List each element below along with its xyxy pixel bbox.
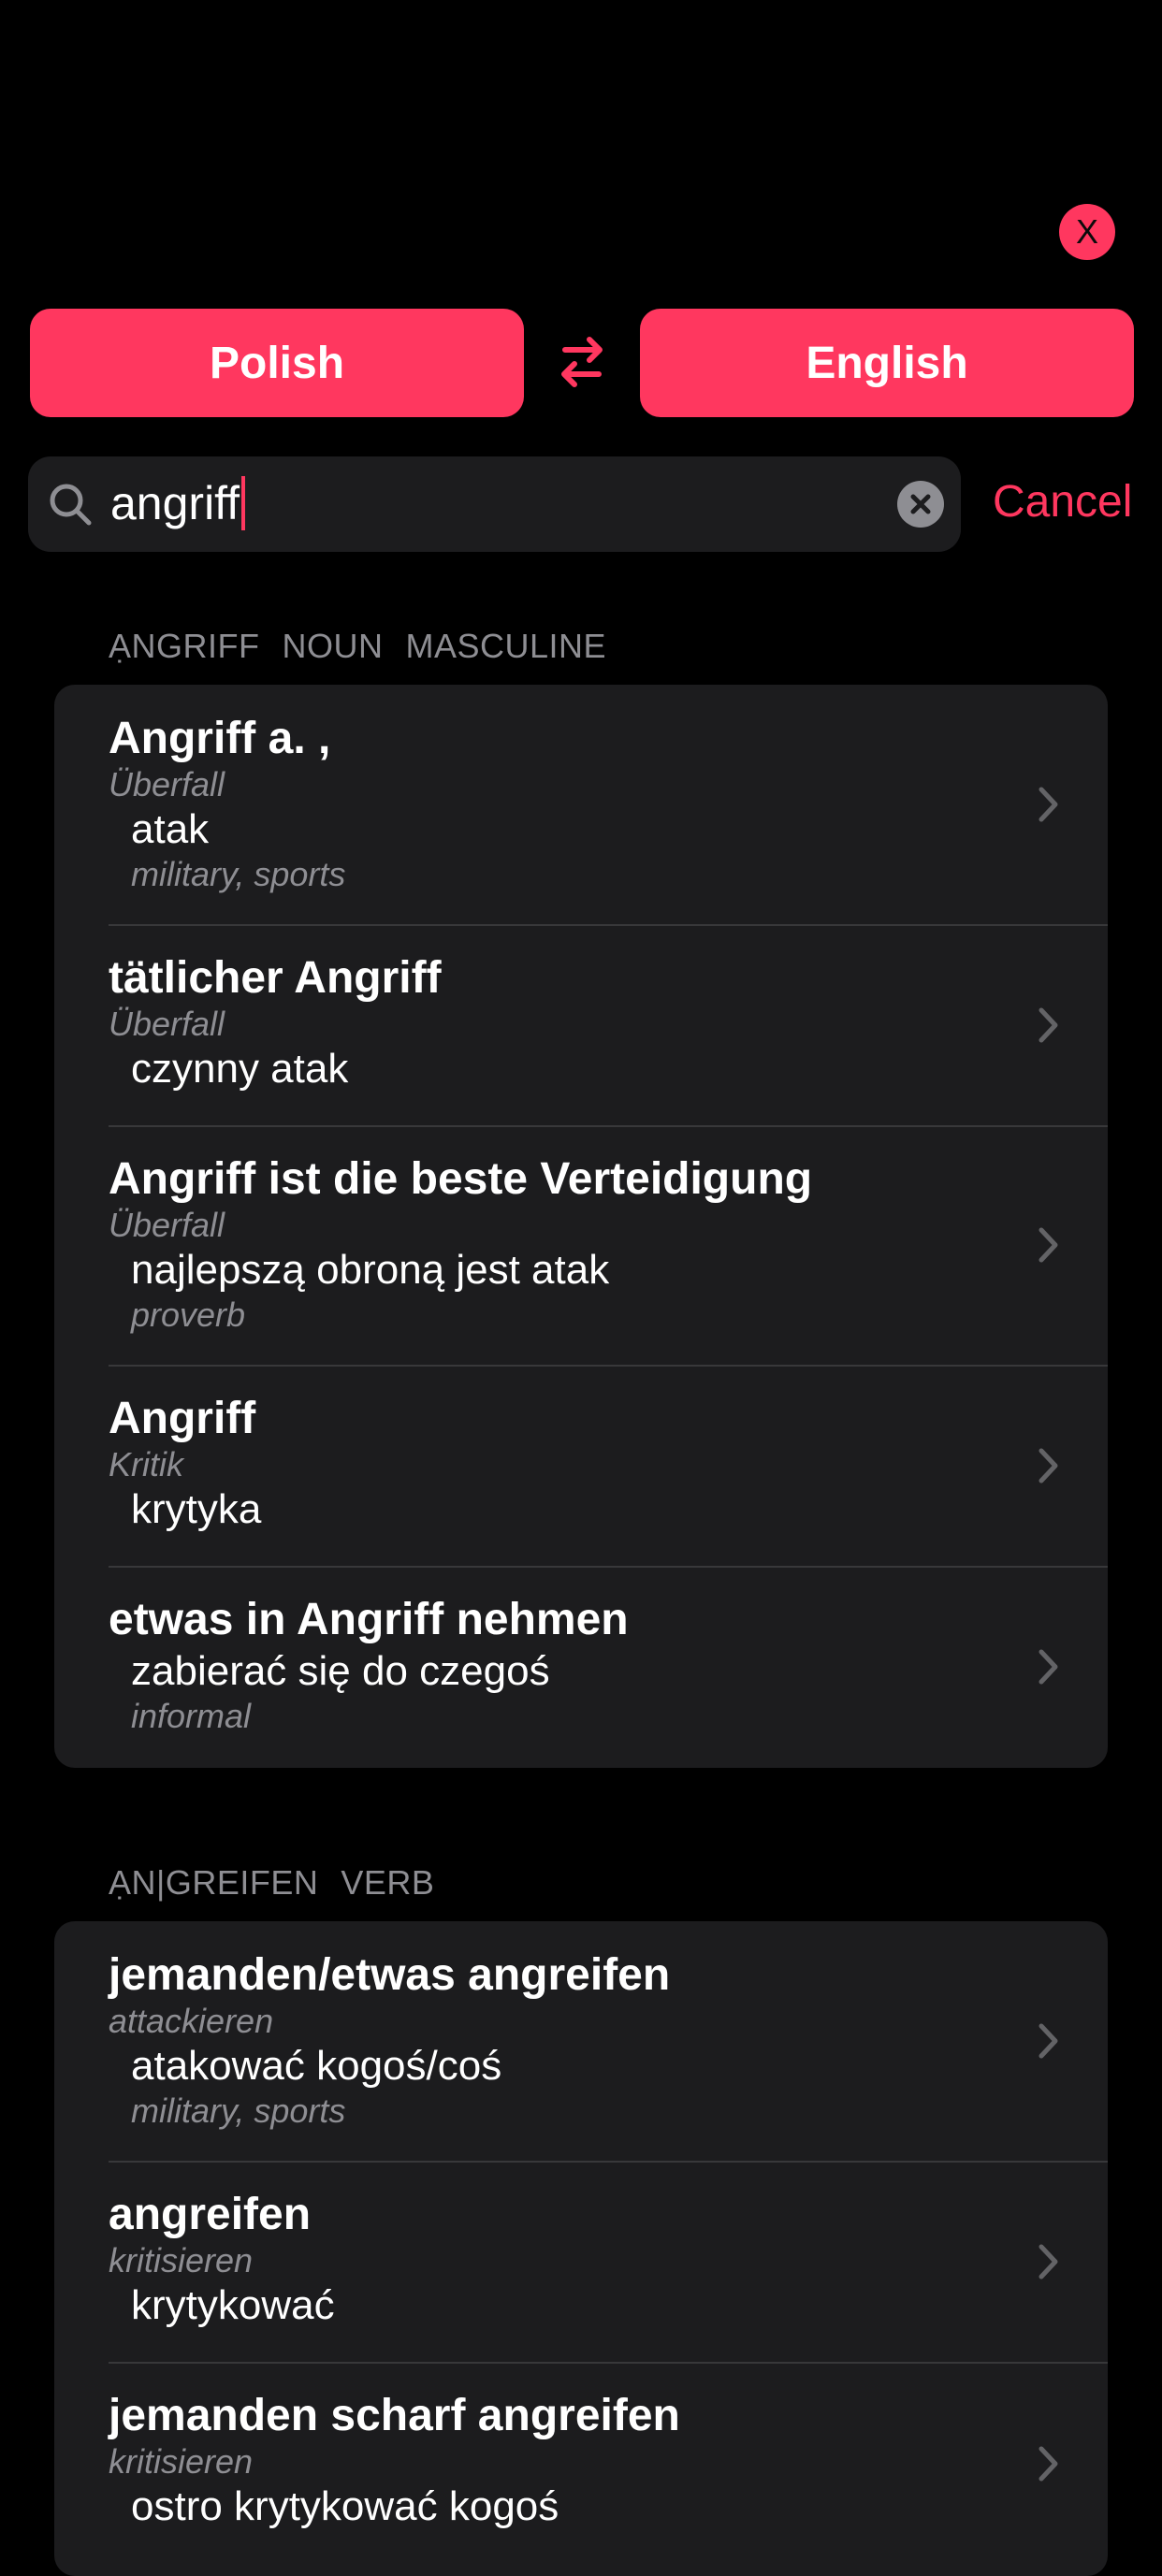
- entry-translation: atakować kogoś/coś: [131, 2043, 502, 2089]
- chevron-right-icon: [1039, 2023, 1058, 2059]
- target-language-label: English: [806, 338, 968, 388]
- chevron-right-icon: [1039, 2244, 1058, 2279]
- entry-translation: ostro krytykować kogoś: [131, 2483, 559, 2529]
- text-caret: [241, 476, 246, 530]
- entry-sense: attackieren: [109, 2002, 274, 2040]
- section-header-noun: ẠNGRIFF NOUN MASCULINE: [109, 627, 606, 666]
- chevron-right-icon: [1039, 1448, 1058, 1483]
- entry-translation: czynny atak: [131, 1046, 349, 1092]
- list-item[interactable]: Angriff a. , Überfall atak military, spo…: [54, 685, 1108, 924]
- chevron-right-icon: [1039, 1649, 1058, 1685]
- search-icon: [50, 484, 92, 526]
- entry-translation: atak: [131, 806, 210, 852]
- section-header-pos: VERB: [341, 1863, 435, 1902]
- entry-headword: etwas in Angriff nehmen: [109, 1595, 629, 1644]
- list-item[interactable]: jemanden scharf angreifen kritisieren os…: [54, 2362, 1108, 2576]
- entry-note: military, sports: [131, 855, 346, 893]
- entry-sense: Überfall: [109, 1005, 225, 1043]
- section-header-verb: ẠN|GREIFEN VERB: [109, 1863, 434, 1903]
- source-language-label: Polish: [209, 338, 345, 388]
- entry-headword: Angriff: [109, 1394, 256, 1443]
- list-item[interactable]: tätlicher Angriff Überfall czynny atak: [54, 924, 1108, 1125]
- search-field[interactable]: angriff: [28, 456, 961, 552]
- entry-sense: Überfall: [109, 765, 225, 803]
- results-card-verb: jemanden/etwas angreifen attackieren ata…: [54, 1921, 1108, 2576]
- source-language-button[interactable]: Polish: [30, 309, 524, 417]
- entry-headword: Angriff ist die beste Verteidigung: [109, 1154, 813, 1204]
- entry-translation: najlepszą obroną jest atak: [131, 1247, 610, 1293]
- entry-note: proverb: [131, 1295, 246, 1334]
- swap-languages-icon[interactable]: [552, 329, 612, 395]
- list-item[interactable]: etwas in Angriff nehmen zabierać się do …: [54, 1566, 1108, 1768]
- entry-note: informal: [131, 1697, 252, 1735]
- close-button[interactable]: X: [1059, 204, 1115, 260]
- search-input-value: angriff: [110, 477, 240, 529]
- entry-sense: Überfall: [109, 1206, 225, 1244]
- chevron-right-icon: [1039, 2446, 1058, 2482]
- section-header-gender: MASCULINE: [405, 627, 607, 665]
- list-item[interactable]: Angriff Kritik krytyka: [54, 1365, 1108, 1566]
- entry-translation: krytykować: [131, 2282, 335, 2328]
- list-item[interactable]: Angriff ist die beste Verteidigung Überf…: [54, 1125, 1108, 1365]
- entry-headword: jemanden/etwas angreifen: [109, 1950, 671, 2000]
- section-header-lemma: ẠN|GREIFEN: [109, 1863, 319, 1902]
- chevron-right-icon: [1039, 787, 1058, 822]
- chevron-right-icon: [1039, 1007, 1058, 1042]
- entry-sense: kritisieren: [109, 2442, 254, 2481]
- section-header-pos: NOUN: [282, 627, 384, 665]
- entry-headword: jemanden scharf angreifen: [109, 2391, 680, 2440]
- clear-icon[interactable]: [897, 481, 944, 528]
- entry-headword: angreifen: [109, 2190, 312, 2239]
- list-item[interactable]: angreifen kritisieren krytykować: [54, 2161, 1108, 2362]
- entry-headword: tätlicher Angriff: [109, 953, 442, 1003]
- entry-headword: Angriff a. ,: [109, 714, 331, 763]
- list-item[interactable]: jemanden/etwas angreifen attackieren ata…: [54, 1921, 1108, 2161]
- entry-sense: kritisieren: [109, 2241, 254, 2279]
- entry-translation: krytyka: [131, 1486, 262, 1532]
- chevron-right-icon: [1039, 1227, 1058, 1263]
- target-language-button[interactable]: English: [640, 309, 1134, 417]
- entry-translation: zabierać się do czegoś: [131, 1648, 550, 1694]
- close-icon: X: [1075, 212, 1098, 251]
- results-card-noun: Angriff a. , Überfall atak military, spo…: [54, 685, 1108, 1768]
- entry-sense: Kritik: [109, 1445, 183, 1483]
- cancel-button[interactable]: Cancel: [993, 473, 1132, 531]
- search-input[interactable]: angriff: [110, 473, 246, 533]
- section-header-lemma: ẠNGRIFF: [109, 627, 260, 665]
- entry-note: military, sports: [131, 2091, 346, 2130]
